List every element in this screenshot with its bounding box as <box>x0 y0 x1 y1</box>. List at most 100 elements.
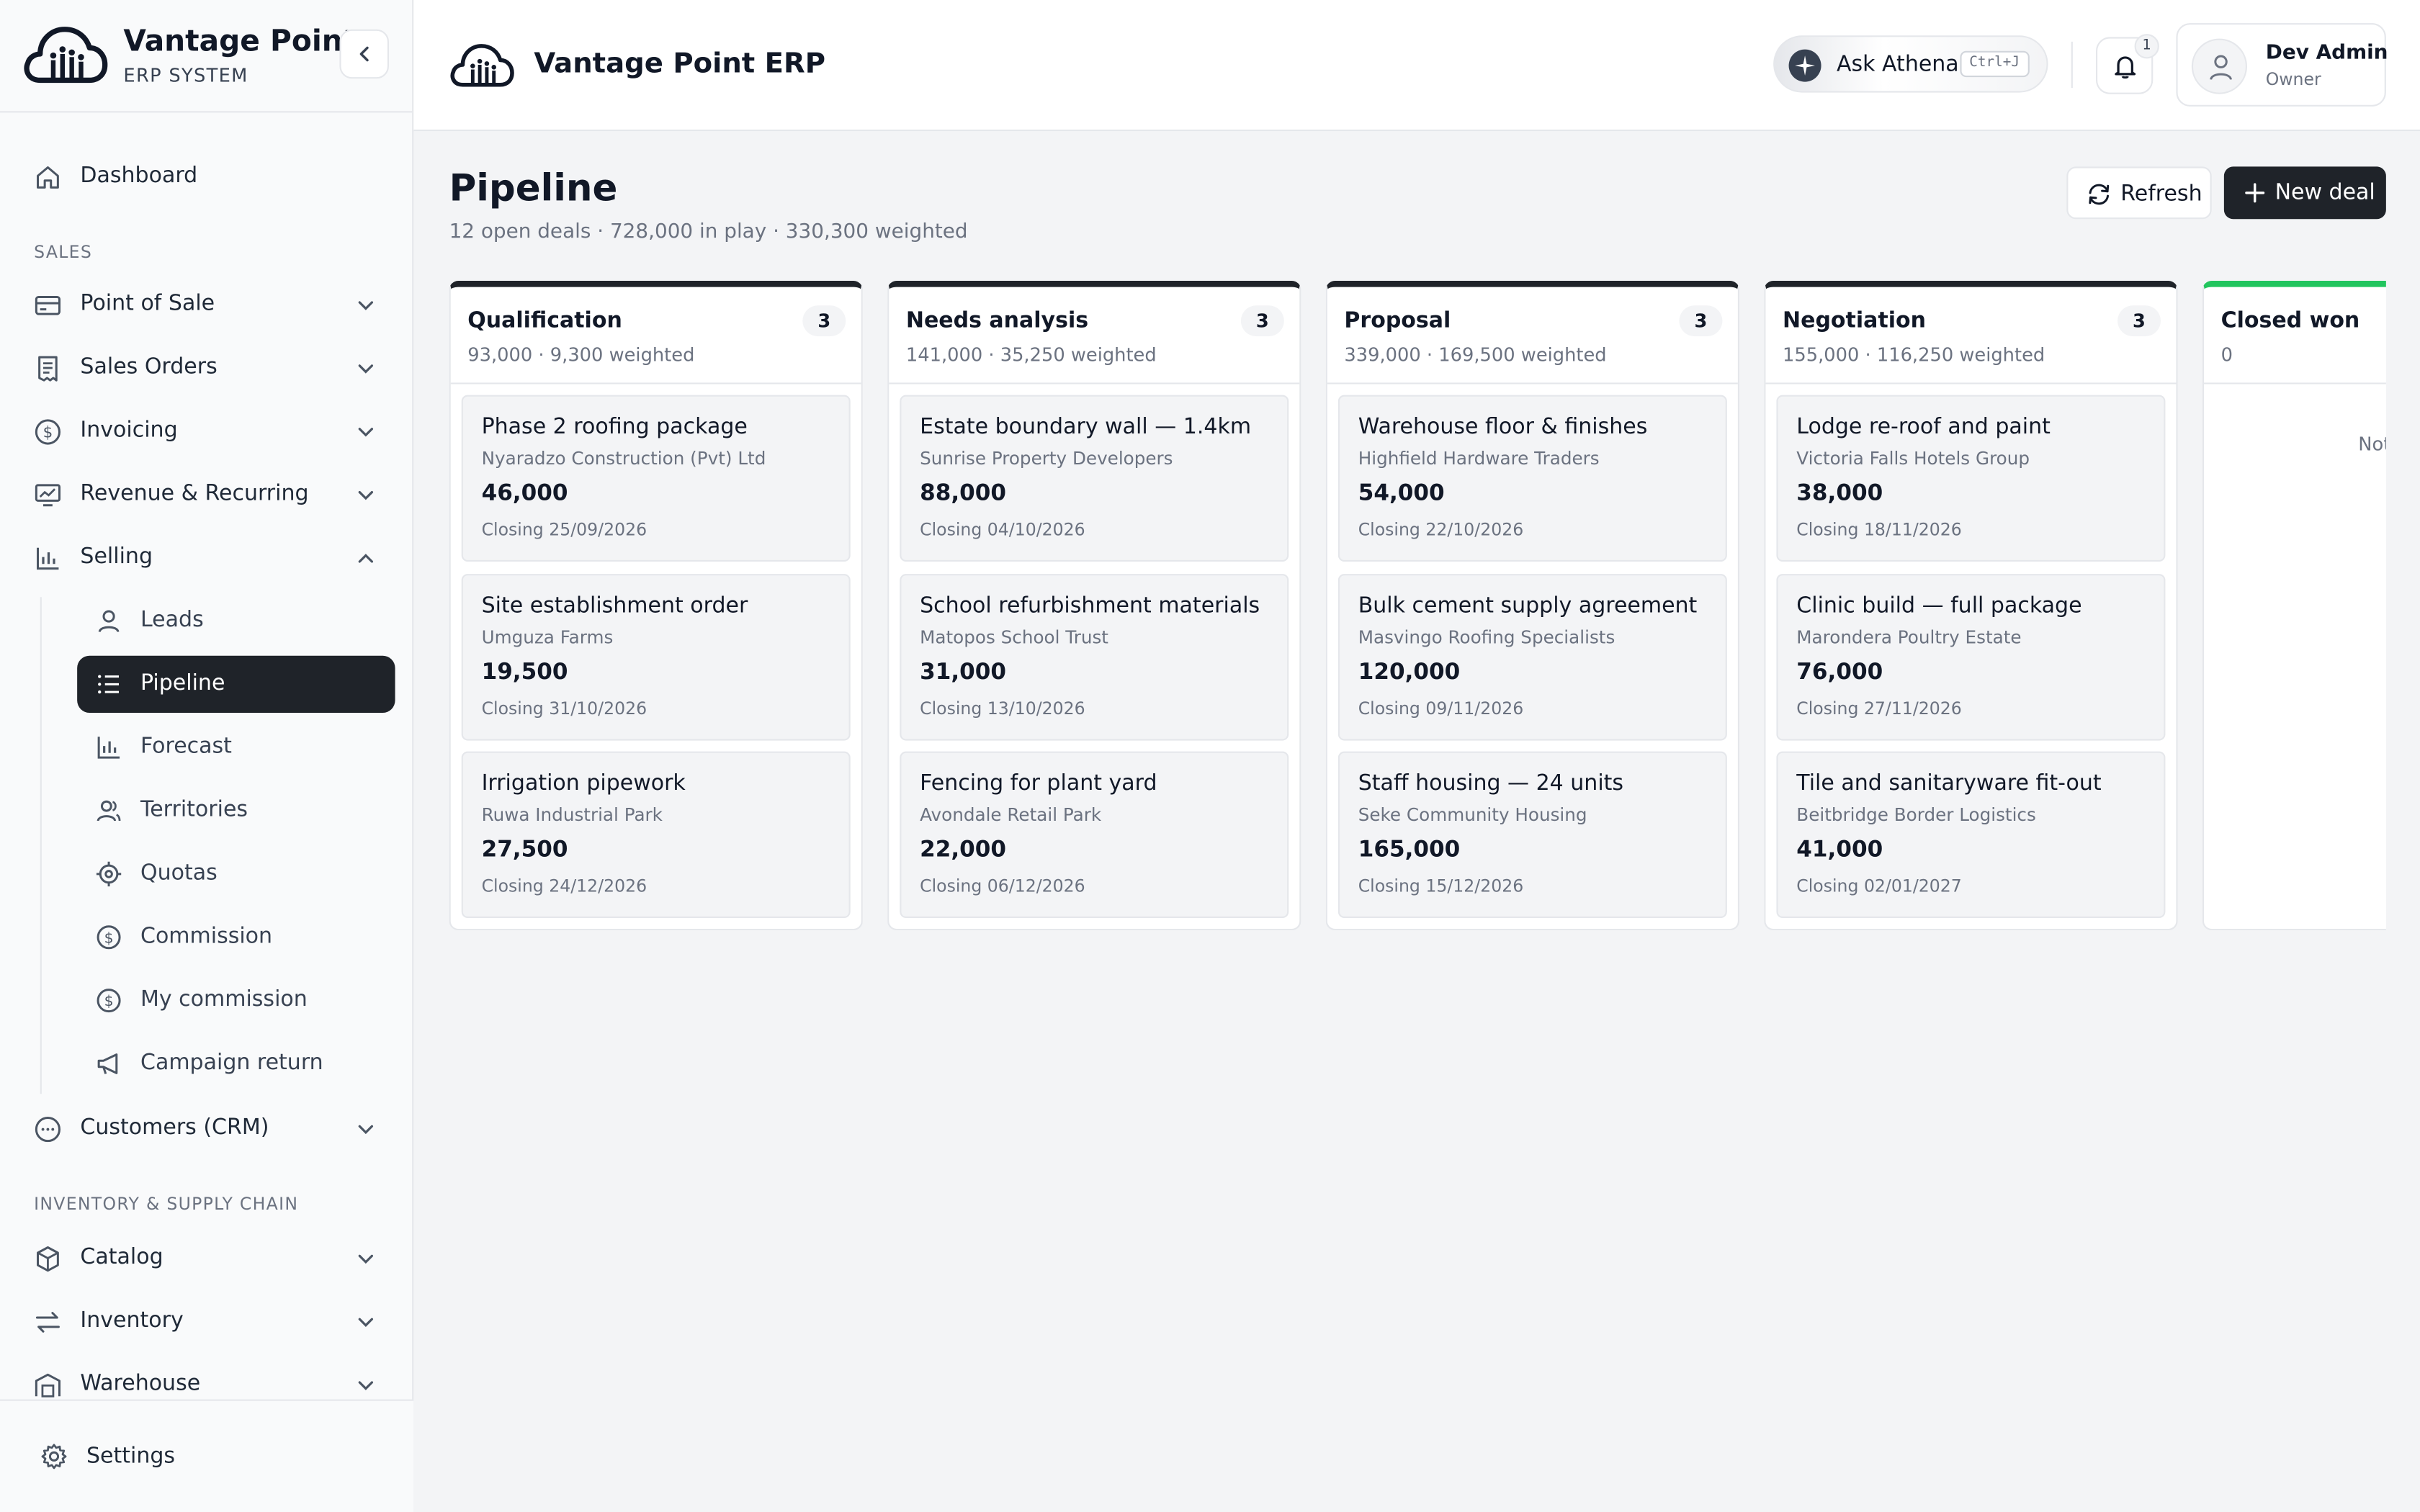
deal-amount: 46,000 <box>481 481 568 506</box>
receipt-icon <box>38 356 58 382</box>
sidebar-subitem-commission[interactable]: $ Commission <box>77 909 395 966</box>
sidebar-item-label: Catalog <box>80 1245 163 1270</box>
sidebar-item-warehouse[interactable]: Warehouse <box>19 1356 395 1400</box>
deal-card[interactable]: Site establishment order Umguza Farms 19… <box>461 574 851 741</box>
sidebar-subitem-my-commission[interactable]: $ My commission <box>77 972 395 1029</box>
sidebar-subitem-label: My commission <box>140 987 308 1012</box>
deal-card[interactable]: Bulk cement supply agreement Masvingo Ro… <box>1337 574 1727 741</box>
box-icon <box>36 1246 59 1272</box>
dollar-icon: $ <box>35 419 60 445</box>
ask-athena-label: Ask Athena <box>1837 52 1959 78</box>
bar-chart-icon <box>97 737 120 759</box>
gear-icon <box>41 1444 67 1470</box>
home-icon <box>36 166 59 189</box>
sidebar-item-label: Warehouse <box>80 1372 201 1397</box>
empty-state-text: Not <box>2358 433 2386 456</box>
chevron-down-icon <box>358 301 374 310</box>
deal-company: Nyaradzo Construction (Pvt) Ltd <box>481 447 766 469</box>
stage-column-needs-analysis: Needs analysis 3 141,000 · 35,250 weight… <box>887 281 1301 931</box>
sidebar-item-invoicing[interactable]: $ Invoicing <box>19 402 395 461</box>
user-menu-button[interactable]: Dev Admin Owner <box>2176 23 2388 107</box>
deal-company: Umguza Farms <box>481 626 614 648</box>
avatar <box>2191 38 2247 94</box>
sidebar-item-selling[interactable]: Selling <box>19 529 395 588</box>
sidebar-item-point-of-sale[interactable]: Point of Sale <box>19 276 395 335</box>
deal-card[interactable]: Estate boundary wall — 1.4km Sunrise Pro… <box>900 395 1289 562</box>
cloud-logo-icon <box>450 44 514 87</box>
chevron-left-icon <box>359 46 369 62</box>
chevron-down-icon <box>358 364 374 374</box>
deal-title: Fencing for plant yard <box>920 771 1157 796</box>
sidebar-item-sales-orders[interactable]: Sales Orders <box>19 339 395 397</box>
sidebar-item-label: Invoicing <box>80 418 178 443</box>
stage-summary: 0 <box>2220 343 2233 366</box>
sidebar-subitem-campaign-return[interactable]: Campaign return <box>77 1035 395 1092</box>
sidebar-item-label: Dashboard <box>80 163 198 189</box>
sidebar-subitem-forecast[interactable]: Forecast <box>77 719 395 776</box>
sidebar-item-revenue-recurring[interactable]: Revenue & Recurring <box>19 466 395 524</box>
chevron-down-icon <box>358 1254 374 1264</box>
user-icon <box>98 610 120 633</box>
section-label-inventory: INVENTORY & SUPPLY CHAIN <box>34 1194 299 1215</box>
deal-card[interactable]: Staff housing — 24 units Seke Community … <box>1337 751 1727 918</box>
sidebar-subitem-leads[interactable]: Leads <box>77 593 395 649</box>
stage-header: Negotiation 3 155,000 · 116,250 weighted <box>1765 287 2177 384</box>
deal-card[interactable]: Phase 2 roofing package Nyaradzo Constru… <box>461 395 851 562</box>
deal-card[interactable]: School refurbishment materials Matopos S… <box>900 574 1289 741</box>
stage-header: Closed won 0 <box>2204 287 2386 384</box>
sidebar-subitem-label: Pipeline <box>140 671 225 696</box>
deal-closing-date: Closing 31/10/2026 <box>481 698 647 719</box>
transfer-icon <box>35 1312 60 1333</box>
deal-amount: 120,000 <box>1358 660 1461 685</box>
deal-amount: 54,000 <box>1358 481 1445 506</box>
stage-count-badge: 3 <box>1240 305 1284 337</box>
new-deal-button[interactable]: New deal <box>2223 166 2386 220</box>
stage-column-negotiation: Negotiation 3 155,000 · 116,250 weighted… <box>1764 281 2178 931</box>
deal-closing-date: Closing 02/01/2027 <box>1796 876 1962 896</box>
notifications-button[interactable]: 1 <box>2096 34 2159 94</box>
target-icon <box>96 861 122 887</box>
deal-amount: 76,000 <box>1796 660 1883 685</box>
stage-column-proposal: Proposal 3 339,000 · 169,500 weighted Wa… <box>1325 281 1739 931</box>
deal-company: Sunrise Property Developers <box>920 447 1173 469</box>
section-label-sales: SALES <box>34 242 93 263</box>
sidebar-item-catalog[interactable]: Catalog <box>19 1230 395 1288</box>
deal-card[interactable]: Warehouse floor & finishes Highfield Har… <box>1337 395 1727 562</box>
deal-card[interactable]: Lodge re-roof and paint Victoria Falls H… <box>1776 395 2166 562</box>
sidebar-item-inventory[interactable]: Inventory <box>19 1293 395 1351</box>
deal-amount: 31,000 <box>920 660 1007 685</box>
deal-card[interactable]: Fencing for plant yard Avondale Retail P… <box>900 751 1289 918</box>
deal-closing-date: Closing 13/10/2026 <box>920 698 1085 719</box>
sidebar-subitem-label: Campaign return <box>140 1050 323 1076</box>
deal-card[interactable]: Clinic build — full package Marondera Po… <box>1776 574 2166 741</box>
sidebar-subitem-pipeline[interactable]: Pipeline <box>77 655 395 713</box>
deal-company: Beitbridge Border Logistics <box>1796 804 2036 826</box>
new-deal-label: New deal <box>2275 180 2375 205</box>
stage-summary: 141,000 · 35,250 weighted <box>905 343 1157 366</box>
deal-title: Clinic build — full package <box>1796 594 2082 619</box>
deal-company: Seke Community Housing <box>1358 804 1587 826</box>
deal-card[interactable]: Irrigation pipework Ruwa Industrial Park… <box>461 751 851 918</box>
svg-text:$: $ <box>43 424 53 442</box>
sidebar-item-dashboard[interactable]: Dashboard <box>19 148 395 207</box>
sidebar-item-customers-crm[interactable]: Customers (CRM) <box>19 1100 395 1158</box>
chevron-down-icon <box>358 1318 374 1327</box>
sidebar-subitem-quotas[interactable]: Quotas <box>77 845 395 902</box>
deal-card[interactable]: Tile and sanitaryware fit-out Beitbridge… <box>1776 751 2166 918</box>
deal-company: Masvingo Roofing Specialists <box>1358 626 1615 648</box>
refresh-button[interactable]: Refresh <box>2066 166 2212 220</box>
stage-count-badge: 3 <box>1679 305 1723 337</box>
sidebar-item-label: Customers (CRM) <box>80 1115 269 1140</box>
stage-name: Qualification <box>467 308 622 333</box>
ask-athena-button[interactable]: Ask Athena Ctrl+J <box>1773 35 2048 93</box>
sidebar-item-label: Sales Orders <box>80 354 218 380</box>
megaphone-icon <box>97 1053 118 1074</box>
stage-header: Needs analysis 3 141,000 · 35,250 weight… <box>889 287 1300 384</box>
user-name: Dev Admin <box>2265 41 2388 65</box>
stage-column-closed-won: Closed won 0 Not <box>2202 281 2386 931</box>
dollar-icon: $ <box>97 925 121 950</box>
sidebar-subitem-label: Leads <box>140 608 204 633</box>
sidebar-subitem-territories[interactable]: Territories <box>77 782 395 839</box>
collapse-sidebar-button[interactable] <box>339 29 389 79</box>
deal-amount: 88,000 <box>920 481 1007 506</box>
